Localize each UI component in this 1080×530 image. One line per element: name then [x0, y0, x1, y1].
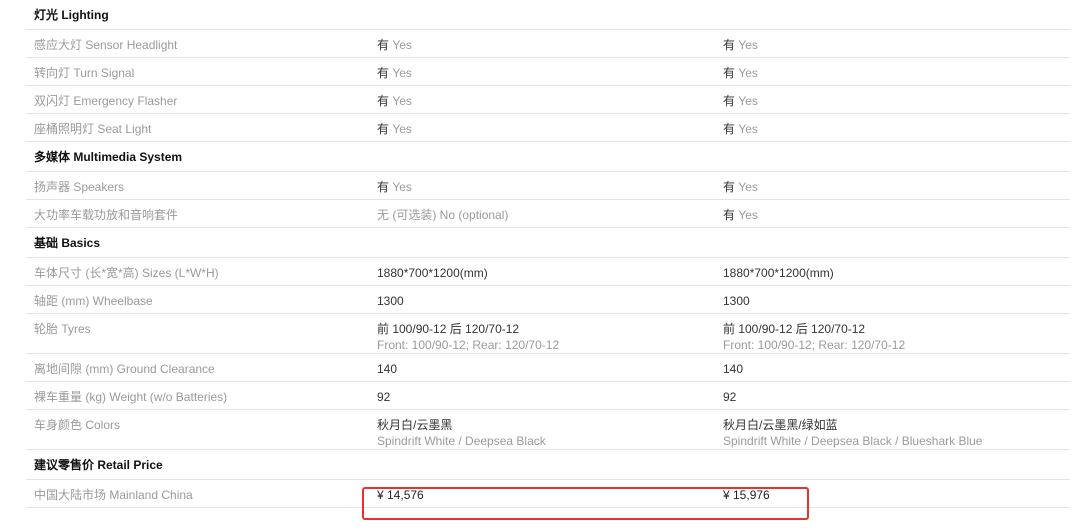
table-row: 轴距 (mm) Wheelbase 1300 1300 [26, 286, 1070, 314]
row-label: 座桶照明灯 Seat Light [34, 122, 152, 136]
value-model-2: 140 [723, 362, 744, 376]
value-model-1: 无 (可选装) No (optional) [369, 200, 719, 223]
value-model-1: 有 Yes [369, 86, 719, 109]
section-header-basics: 基础 Basics [26, 228, 1070, 258]
value-model-1: 有 Yes [369, 58, 719, 81]
value-model-2: 有 Yes [719, 114, 1070, 137]
value-model-2: 1300 [723, 294, 750, 308]
table-row: 感应大灯 Sensor Headlight 有 Yes 有 Yes [26, 30, 1070, 58]
value-cn: 有 [723, 208, 736, 222]
row-label: 车体尺寸 (长*宽*高) Sizes (L*W*H) [34, 266, 219, 280]
table-row: 车体尺寸 (长*宽*高) Sizes (L*W*H) 1880*700*1200… [26, 258, 1070, 286]
value-sub: Front: 100/90-12; Rear: 120/70-12 [723, 338, 906, 352]
price-model-2: ¥ 15,976 [723, 488, 770, 502]
value-model-2: 前 100/90-12 后 120/70-12 Front: 100/90-12;… [719, 314, 1070, 353]
value-model-1: 92 [377, 390, 391, 404]
value-model-2: 有 Yes [719, 172, 1070, 195]
value-model-2: 秋月白/云墨黑/绿如蓝 Spindrift White / Deepsea Bla… [719, 410, 1070, 449]
value-model-1: 有 Yes [369, 114, 719, 137]
value-model-1: 1880*700*1200(mm) [377, 266, 488, 280]
table-row: 车身颜色 Colors 秋月白/云墨黑 Spindrift White / Dee… [26, 410, 1070, 450]
value-cn: 有 [377, 38, 390, 52]
value-cn: 有 [723, 180, 736, 194]
value-model-2: 92 [723, 390, 737, 404]
row-label: 双闪灯 Emergency Flasher [34, 94, 178, 108]
value-sub: Spindrift White / Deepsea Black / Bluesh… [723, 434, 983, 448]
value-cn: 有 [377, 66, 390, 80]
row-label: 中国大陆市场 Mainland China [34, 488, 193, 502]
section-header-retail-price: 建议零售价 Retail Price [26, 450, 1070, 480]
value-model-1: 1300 [377, 294, 404, 308]
section-title: 灯光 Lighting [34, 8, 109, 22]
value-model-1: 140 [377, 362, 398, 376]
section-title: 建议零售价 Retail Price [34, 458, 163, 472]
table-row: 轮胎 Tyres 前 100/90-12 后 120/70-12 Front: 1… [26, 314, 1070, 354]
value-en: Yes [738, 122, 758, 136]
value-en: Yes [738, 180, 758, 194]
value-model-1: 前 100/90-12 后 120/70-12 Front: 100/90-12;… [369, 314, 719, 353]
table-row: 座桶照明灯 Seat Light 有 Yes 有 Yes [26, 114, 1070, 142]
value-cn: 前 100/90-12 后 120/70-12 [723, 322, 866, 336]
section-header-multimedia: 多媒体 Multimedia System [26, 142, 1070, 172]
value-en: Yes [738, 38, 758, 52]
table-row: 大功率车载功放和音响套件 无 (可选装) No (optional) 有 Yes [26, 200, 1070, 228]
value-model-1: 秋月白/云墨黑 Spindrift White / Deepsea Black [369, 410, 719, 449]
value-en: Yes [392, 94, 412, 108]
value-en: Yes [738, 66, 758, 80]
value-cn: 秋月白/云墨黑/绿如蓝 [723, 418, 838, 432]
value-en: Yes [738, 94, 758, 108]
value-cn: 前 100/90-12 后 120/70-12 [377, 322, 520, 336]
spec-table: 灯光 Lighting 感应大灯 Sensor Headlight 有 Yes … [26, 0, 1070, 508]
value-model-2: 1880*700*1200(mm) [723, 266, 834, 280]
value-model-2: 有 Yes [719, 58, 1070, 81]
value-model-1: 有 Yes [369, 172, 719, 195]
price-model-1: ¥ 14,576 [377, 488, 424, 502]
row-label: 裸车重量 (kg) Weight (w/o Batteries) [34, 390, 228, 404]
table-row: 离地间隙 (mm) Ground Clearance 140 140 [26, 354, 1070, 382]
table-row-price: 中国大陆市场 Mainland China ¥ 14,576 ¥ 15,976 [26, 480, 1070, 508]
table-row: 裸车重量 (kg) Weight (w/o Batteries) 92 92 [26, 382, 1070, 410]
section-title: 多媒体 Multimedia System [34, 150, 183, 164]
value-en: Yes [392, 38, 412, 52]
value-cn: 有 [377, 94, 390, 108]
value-sub: Front: 100/90-12; Rear: 120/70-12 [377, 338, 560, 352]
table-row: 扬声器 Speakers 有 Yes 有 Yes [26, 172, 1070, 200]
row-label: 感应大灯 Sensor Headlight [34, 38, 178, 52]
value-model-2: 有 Yes [719, 200, 1070, 223]
value-en: Yes [738, 208, 758, 222]
value-en: No (optional) [439, 208, 509, 222]
value-cn: 有 [723, 38, 736, 52]
value-en: Yes [392, 66, 412, 80]
value-model-2: 有 Yes [719, 86, 1070, 109]
value-cn: 有 [377, 180, 390, 194]
value-cn: 有 [723, 66, 736, 80]
row-label: 转向灯 Turn Signal [34, 66, 135, 80]
table-row: 双闪灯 Emergency Flasher 有 Yes 有 Yes [26, 86, 1070, 114]
row-label: 扬声器 Speakers [34, 180, 125, 194]
row-label: 轮胎 Tyres [34, 322, 91, 336]
value-sub: Spindrift White / Deepsea Black [377, 434, 546, 448]
value-cn: 有 [723, 122, 736, 136]
row-label: 离地间隙 (mm) Ground Clearance [34, 362, 215, 376]
value-cn: 无 (可选装) [377, 208, 437, 222]
row-label: 轴距 (mm) Wheelbase [34, 294, 153, 308]
value-model-2: 有 Yes [719, 30, 1070, 53]
section-header-lighting: 灯光 Lighting [26, 0, 1070, 30]
value-en: Yes [392, 180, 412, 194]
value-cn: 有 [723, 94, 736, 108]
value-cn: 有 [377, 122, 390, 136]
value-en: Yes [392, 122, 412, 136]
row-label: 车身颜色 Colors [34, 418, 121, 432]
section-title: 基础 Basics [34, 236, 101, 250]
table-row: 转向灯 Turn Signal 有 Yes 有 Yes [26, 58, 1070, 86]
value-model-1: 有 Yes [369, 30, 719, 53]
row-label: 大功率车载功放和音响套件 [34, 208, 179, 222]
value-cn: 秋月白/云墨黑 [377, 418, 453, 432]
